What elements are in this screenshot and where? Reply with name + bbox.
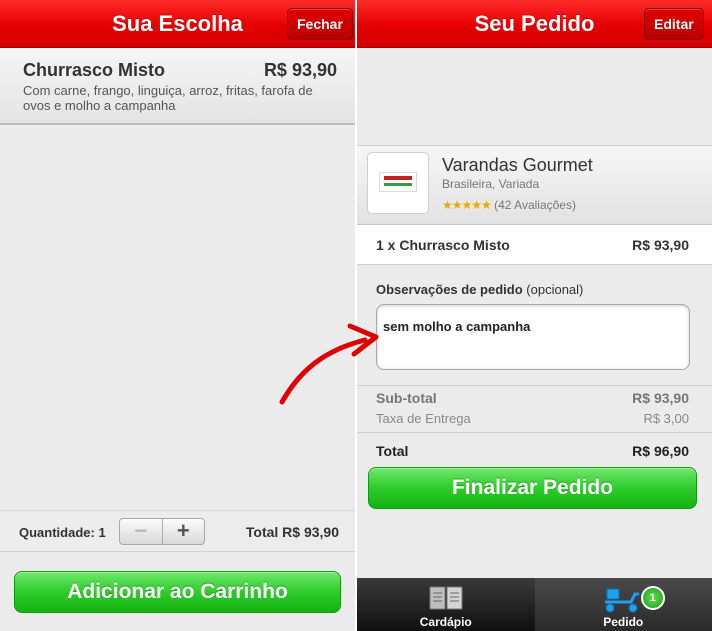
decrement-button[interactable]: − xyxy=(120,519,163,544)
delivery-scooter-icon xyxy=(605,588,640,613)
restaurant-logo xyxy=(367,152,429,214)
navbar: Sua Escolha Fechar xyxy=(0,0,355,48)
tab-label: Cardápio xyxy=(419,615,472,629)
item-description: Com carne, frango, linguiça, arroz, frit… xyxy=(23,83,313,113)
total-value: R$ 96,90 xyxy=(632,443,689,459)
total-label: Total xyxy=(376,443,409,459)
quantity-label: Quantidade: 1 xyxy=(19,525,106,540)
tab-cardapio[interactable]: Cardápio xyxy=(357,578,535,631)
restaurant-categories: Brasileira, Variada xyxy=(442,177,540,191)
delivery-fee-value: R$ 3,00 xyxy=(643,411,689,426)
close-button[interactable]: Fechar xyxy=(287,8,353,40)
edit-button[interactable]: Editar xyxy=(644,8,704,40)
tab-pedido[interactable]: 1 Pedido xyxy=(534,578,712,631)
quantity-stepper[interactable]: − + xyxy=(119,518,205,545)
restaurant-card[interactable]: Varandas Gourmet Brasileira, Variada ★★★… xyxy=(357,145,712,225)
delivery-fee-label: Taxa de Entrega xyxy=(376,411,471,426)
review-count: (42 Avaliações) xyxy=(494,198,576,212)
item-name: Churrasco Misto xyxy=(23,60,166,80)
tab-bar: Cardápio 1 Pedido xyxy=(357,578,712,631)
notes-textarea[interactable]: sem molho a campanha xyxy=(376,304,690,370)
restaurant-rating: ★★★★★ (42 Avaliações) xyxy=(442,198,576,212)
order-item-name: 1 x Churrasco Misto xyxy=(376,237,510,253)
annotation-arrow-icon xyxy=(279,323,379,405)
order-item-price: R$ 93,90 xyxy=(632,237,689,253)
notes-label: Observações de pedido (opcional) xyxy=(376,282,584,297)
order-screen: Seu Pedido Editar Varandas Gourmet Brasi… xyxy=(357,0,712,631)
restaurant-name: Varandas Gourmet xyxy=(442,155,593,175)
quantity-bar: Quantidade: 1 − + Total R$ 93,90 xyxy=(0,510,355,552)
cart-count-badge: 1 xyxy=(640,586,665,610)
star-rating-icon: ★★★★★ xyxy=(442,198,492,212)
item-header: Churrasco Misto R$ 93,90 Com carne, fran… xyxy=(0,48,355,125)
add-to-cart-button[interactable]: Adicionar ao Carrinho xyxy=(14,571,341,613)
increment-button[interactable]: + xyxy=(163,519,205,544)
order-item-row[interactable]: 1 x Churrasco Misto R$ 93,90 xyxy=(357,225,712,265)
menu-book-icon xyxy=(429,586,463,610)
item-price: R$ 93,90 xyxy=(263,60,337,80)
totals-section: Sub-total R$ 93,90 Taxa de Entrega R$ 3,… xyxy=(357,385,712,433)
subtotal-value: R$ 93,90 xyxy=(632,390,689,406)
tab-label: Pedido xyxy=(603,615,644,629)
finalize-order-button[interactable]: Finalizar Pedido xyxy=(368,467,697,509)
item-total: Total R$ 93,90 xyxy=(245,524,339,540)
navbar: Seu Pedido Editar xyxy=(357,0,712,48)
